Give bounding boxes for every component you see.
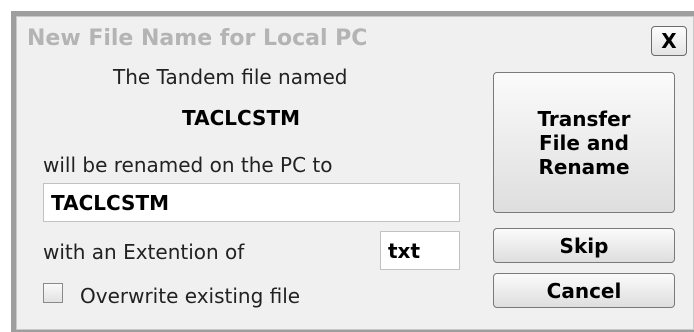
source-filename: TACLCSTM: [182, 106, 300, 130]
cancel-button[interactable]: Cancel: [493, 273, 675, 308]
intro-text: The Tandem file named: [113, 65, 348, 89]
overwrite-checkbox[interactable]: [43, 283, 63, 303]
close-button[interactable]: X: [651, 26, 687, 56]
transfer-rename-button[interactable]: Transfer File and Rename: [493, 72, 675, 213]
new-filename-input[interactable]: TACLCSTM: [43, 183, 460, 222]
extension-label: with an Extention of: [43, 240, 245, 264]
skip-button[interactable]: Skip: [493, 228, 675, 263]
dialog-title: New File Name for Local PC: [27, 26, 368, 51]
transfer-label-line2: File and: [539, 130, 629, 155]
close-icon: X: [661, 29, 677, 53]
rename-text: will be renamed on the PC to: [43, 153, 333, 177]
transfer-label-line1: Transfer: [537, 106, 631, 131]
extension-input[interactable]: txt: [380, 231, 460, 270]
overwrite-label: Overwrite existing file: [80, 284, 301, 308]
transfer-label-line3: Rename: [538, 154, 630, 179]
